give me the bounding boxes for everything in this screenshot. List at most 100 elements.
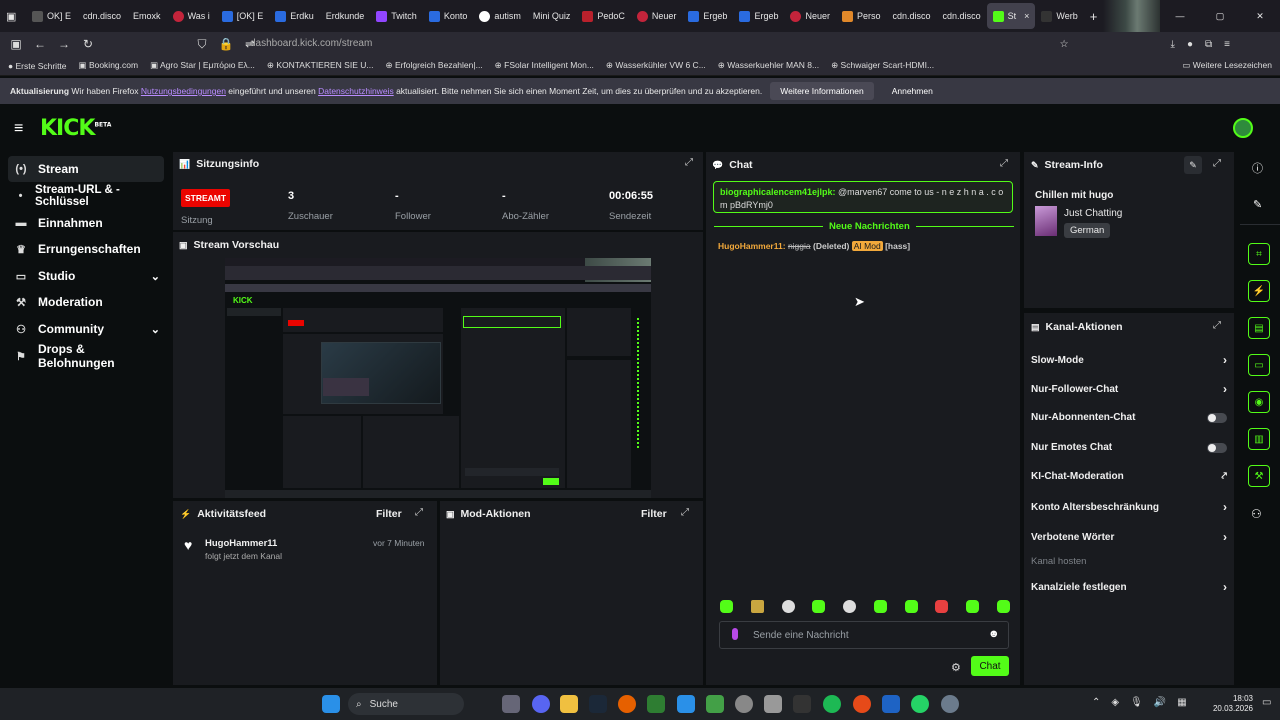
emote-icon[interactable] [966, 600, 980, 613]
emote-icon[interactable] [720, 600, 733, 613]
new-messages-label[interactable]: Neue Nachrichten [823, 221, 916, 232]
browser-tab[interactable]: PedoC [576, 0, 631, 32]
chat-username[interactable]: HugoHammer11: [718, 241, 786, 251]
system-tray[interactable]: ⌃ ◈ 🎙 🔊 ▦ [1092, 697, 1187, 708]
emote-icon[interactable] [750, 600, 764, 613]
pinned-message[interactable]: biographicalencem41ejlpk: @marven67 come… [713, 181, 1013, 213]
emotes-chat-toggle[interactable] [1207, 442, 1227, 453]
file-explorer-icon[interactable] [560, 695, 578, 713]
bookmark-item[interactable]: ⊕ KONTAKTIEREN SIE U... [267, 60, 374, 71]
expand-icon[interactable]: ⤢ [685, 157, 693, 168]
emote-icon[interactable] [873, 600, 887, 613]
action-host-channel[interactable]: Kanal hosten [1031, 556, 1227, 567]
activity-user[interactable]: HugoHammer11 [205, 538, 277, 549]
browser-tab[interactable]: Emoxk [127, 0, 167, 32]
browser-tab[interactable]: autism [473, 0, 527, 32]
expand-icon[interactable]: ⤢ [415, 507, 423, 518]
chat-input[interactable]: Sende eine Nachricht ☻ [719, 621, 1009, 649]
expand-icon[interactable]: ⤢ [681, 507, 689, 518]
task-view-icon[interactable] [502, 695, 520, 713]
new-tab-icon[interactable]: + [1084, 0, 1104, 32]
subscriber-chat-toggle[interactable] [1207, 412, 1227, 423]
forward-icon[interactable]: → [52, 37, 76, 51]
notion-icon[interactable] [793, 695, 811, 713]
microphone-icon[interactable]: 🎙 [1130, 697, 1143, 708]
extensions-icon[interactable]: ⧉ [1205, 39, 1212, 50]
bookmark-item[interactable]: ⊕ Erfolgreich Bezahlen|... [385, 60, 482, 71]
notifications-icon[interactable]: ▭ [1262, 697, 1271, 708]
steam-icon[interactable] [589, 695, 607, 713]
chat-settings-gear-icon[interactable]: ⚙ [951, 661, 961, 674]
activity-filter-button[interactable]: Filter [376, 508, 402, 520]
bookmark-item[interactable]: ⊕ FSolar Intelligent Mon... [495, 60, 594, 71]
sidebar-item-errungenschaften[interactable]: ♛ Errungenschaften [8, 236, 164, 262]
mod-filter-button[interactable]: Filter [641, 508, 667, 520]
url-bar[interactable]: dashboard.kick.com/stream [250, 38, 372, 49]
browser-tab[interactable]: OK] E [26, 0, 77, 32]
minimize-icon[interactable]: — [1160, 0, 1200, 32]
rail-broadcast-icon[interactable]: ◉ [1248, 391, 1270, 413]
clock[interactable]: 18:03 20.03.2026 [1203, 694, 1253, 714]
action-follower-chat[interactable]: Nur-Follower-Chat › [1031, 382, 1227, 396]
app-icon[interactable] [677, 695, 695, 713]
emote-icon[interactable] [812, 600, 826, 613]
sidebar-item-community[interactable]: ⚇ Community ⌄ [8, 316, 164, 342]
browser-tab[interactable]: Ergeb [733, 0, 784, 32]
expand-icon[interactable]: ⤢ [1213, 320, 1221, 331]
browser-tab[interactable]: Neuer [784, 0, 836, 32]
app-icon[interactable] [735, 695, 753, 713]
volume-icon[interactable]: 🔊 [1154, 697, 1166, 708]
category-name[interactable]: Just Chatting [1064, 208, 1122, 219]
bookmark-item[interactable]: ▣ Agro Star | Εμπόριο Ελ... [150, 60, 255, 71]
browser-tab[interactable]: Perso [836, 0, 887, 32]
browser-tab[interactable]: Twitch [370, 0, 423, 32]
more-info-button[interactable]: Weitere Informationen [770, 82, 874, 100]
bookmark-star-icon[interactable]: ☆ [1060, 39, 1069, 50]
microphone-icon[interactable] [732, 628, 738, 640]
app-icon[interactable] [764, 695, 782, 713]
word-icon[interactable] [882, 695, 900, 713]
bookmark-item[interactable]: ⊕ Wasserkuehler MAN 8... [718, 60, 819, 71]
kick-logo[interactable]: KICKBETA [40, 116, 111, 141]
browser-tab[interactable]: Erdku [269, 0, 320, 32]
browser-tab[interactable]: Ergeb [682, 0, 733, 32]
action-banned-words[interactable]: Verbotene Wörter › [1031, 530, 1227, 544]
rail-clipboard-icon[interactable]: ▤ [1248, 317, 1270, 339]
bookmark-item[interactable]: ⊕ Schwaiger Scart-HDMI... [831, 60, 934, 71]
minecraft-icon[interactable] [706, 695, 724, 713]
bookmark-item[interactable]: ▣ Booking.com [79, 60, 139, 71]
action-ai-moderation[interactable]: KI-Chat-Moderation ⤤ [1031, 471, 1227, 482]
rail-activity-icon[interactable]: ▥ [1248, 428, 1270, 450]
tray-app-icon[interactable]: ◈ [1111, 697, 1119, 708]
emote-icon[interactable] [781, 600, 795, 613]
edit-pencil-icon[interactable]: ✎ [1184, 156, 1202, 174]
browser-tab[interactable]: Mini Quiz [527, 0, 577, 32]
browser-tab-active[interactable]: St × [986, 3, 1036, 29]
rail-stream-tool-icon[interactable]: ⌗ [1248, 243, 1270, 265]
sidebar-item-stream-url[interactable]: • Stream-URL & -Schlüssel [8, 183, 164, 209]
whatsapp-icon[interactable] [911, 695, 929, 713]
settings-icon[interactable] [941, 695, 959, 713]
taskbar-search[interactable]: ⌕ Suche [348, 693, 464, 715]
emote-icon[interactable] [843, 600, 857, 613]
browser-tab[interactable]: Was i [167, 0, 216, 32]
edit-icon[interactable]: ✎ [1253, 198, 1262, 211]
app-icon[interactable] [647, 695, 665, 713]
bookmark-item[interactable]: ⊕ Wasserkühler VW 6 C... [606, 60, 706, 71]
firefox-icon[interactable] [618, 695, 636, 713]
emote-icon[interactable] [996, 600, 1010, 613]
emoji-picker-icon[interactable]: ☻ [988, 628, 1000, 640]
discord-icon[interactable] [532, 695, 550, 713]
chat-message[interactable]: HugoHammer11: niggia (Deleted) AI Mod [h… [718, 241, 910, 251]
rail-wrench-icon[interactable]: ⚒ [1248, 465, 1270, 487]
action-emotes-chat[interactable]: Nur Emotes Chat [1031, 442, 1227, 453]
sidebar-item-studio[interactable]: ▭ Studio ⌄ [8, 263, 164, 289]
app-icon[interactable] [853, 695, 871, 713]
account-icon[interactable]: ● [1187, 39, 1193, 50]
browser-tab[interactable]: Erdkunde [320, 0, 371, 32]
action-channel-goals[interactable]: Kanalziele festlegen › [1031, 580, 1227, 594]
emote-icon[interactable] [904, 600, 918, 613]
maximize-icon[interactable]: ▢ [1200, 0, 1240, 32]
user-avatar[interactable] [1233, 118, 1253, 138]
chevron-up-icon[interactable]: ⌃ [1092, 697, 1100, 708]
